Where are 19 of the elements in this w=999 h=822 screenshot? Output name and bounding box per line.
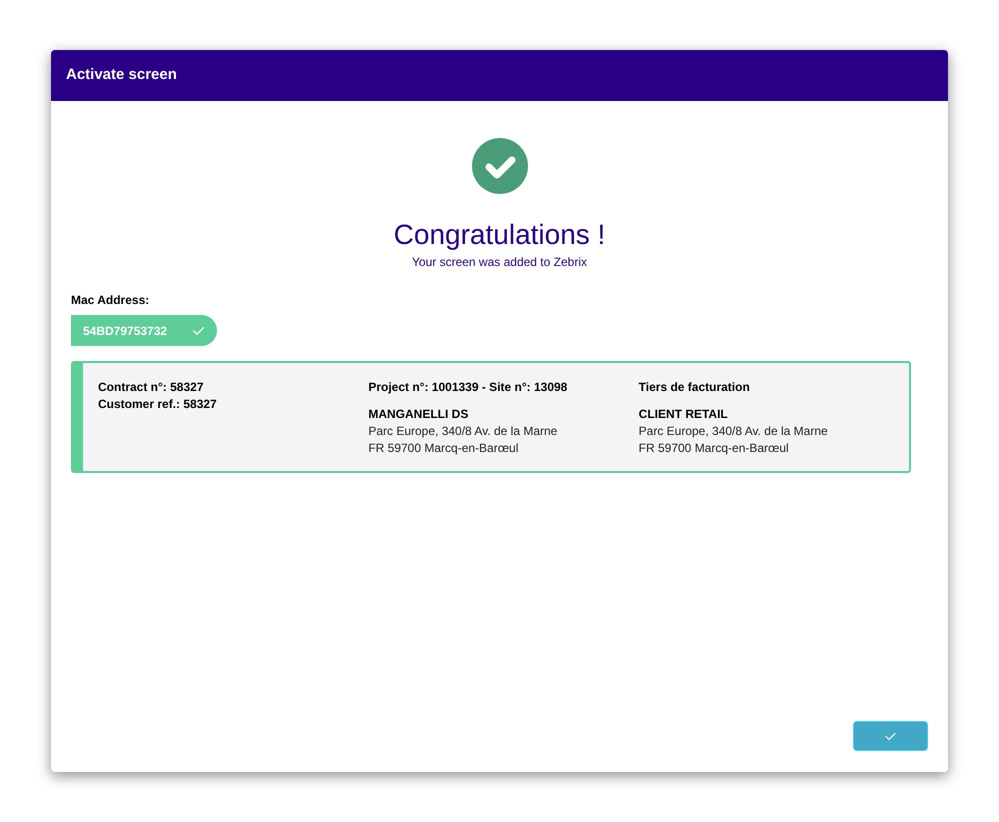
check-icon [192,326,205,336]
column-title: Project n°: 1001339 - Site n°: 13098 [368,379,568,396]
company-name: CLIENT RETAIL [638,406,729,423]
success-heading: Congratulations ! [394,218,606,252]
address-line: FR 59700 Marcq-en-Barœul [368,440,520,457]
success-message: Your screen was added to Zebrix [412,254,587,271]
address-line: Parc Europe, 340/8 Av. de la Marne [368,423,558,440]
window-title: Activate screen [66,65,177,86]
address-line: FR 59700 Marcq-en-Barœul [638,440,790,457]
contract-line: Customer ref.: 58327 [98,396,218,413]
company-name: MANGANELLI DS [368,406,470,423]
contract-line: Contract n°: 58327 [98,379,204,396]
check-icon [884,732,897,740]
confirm-button[interactable] [853,721,928,751]
mac-address-label: Mac Address: [71,292,150,309]
success-check-icon [472,138,528,194]
column-title: Tiers de facturation [638,379,751,396]
address-line: Parc Europe, 340/8 Av. de la Marne [638,423,829,440]
mac-address-value: 54BD79753732 [83,322,168,340]
